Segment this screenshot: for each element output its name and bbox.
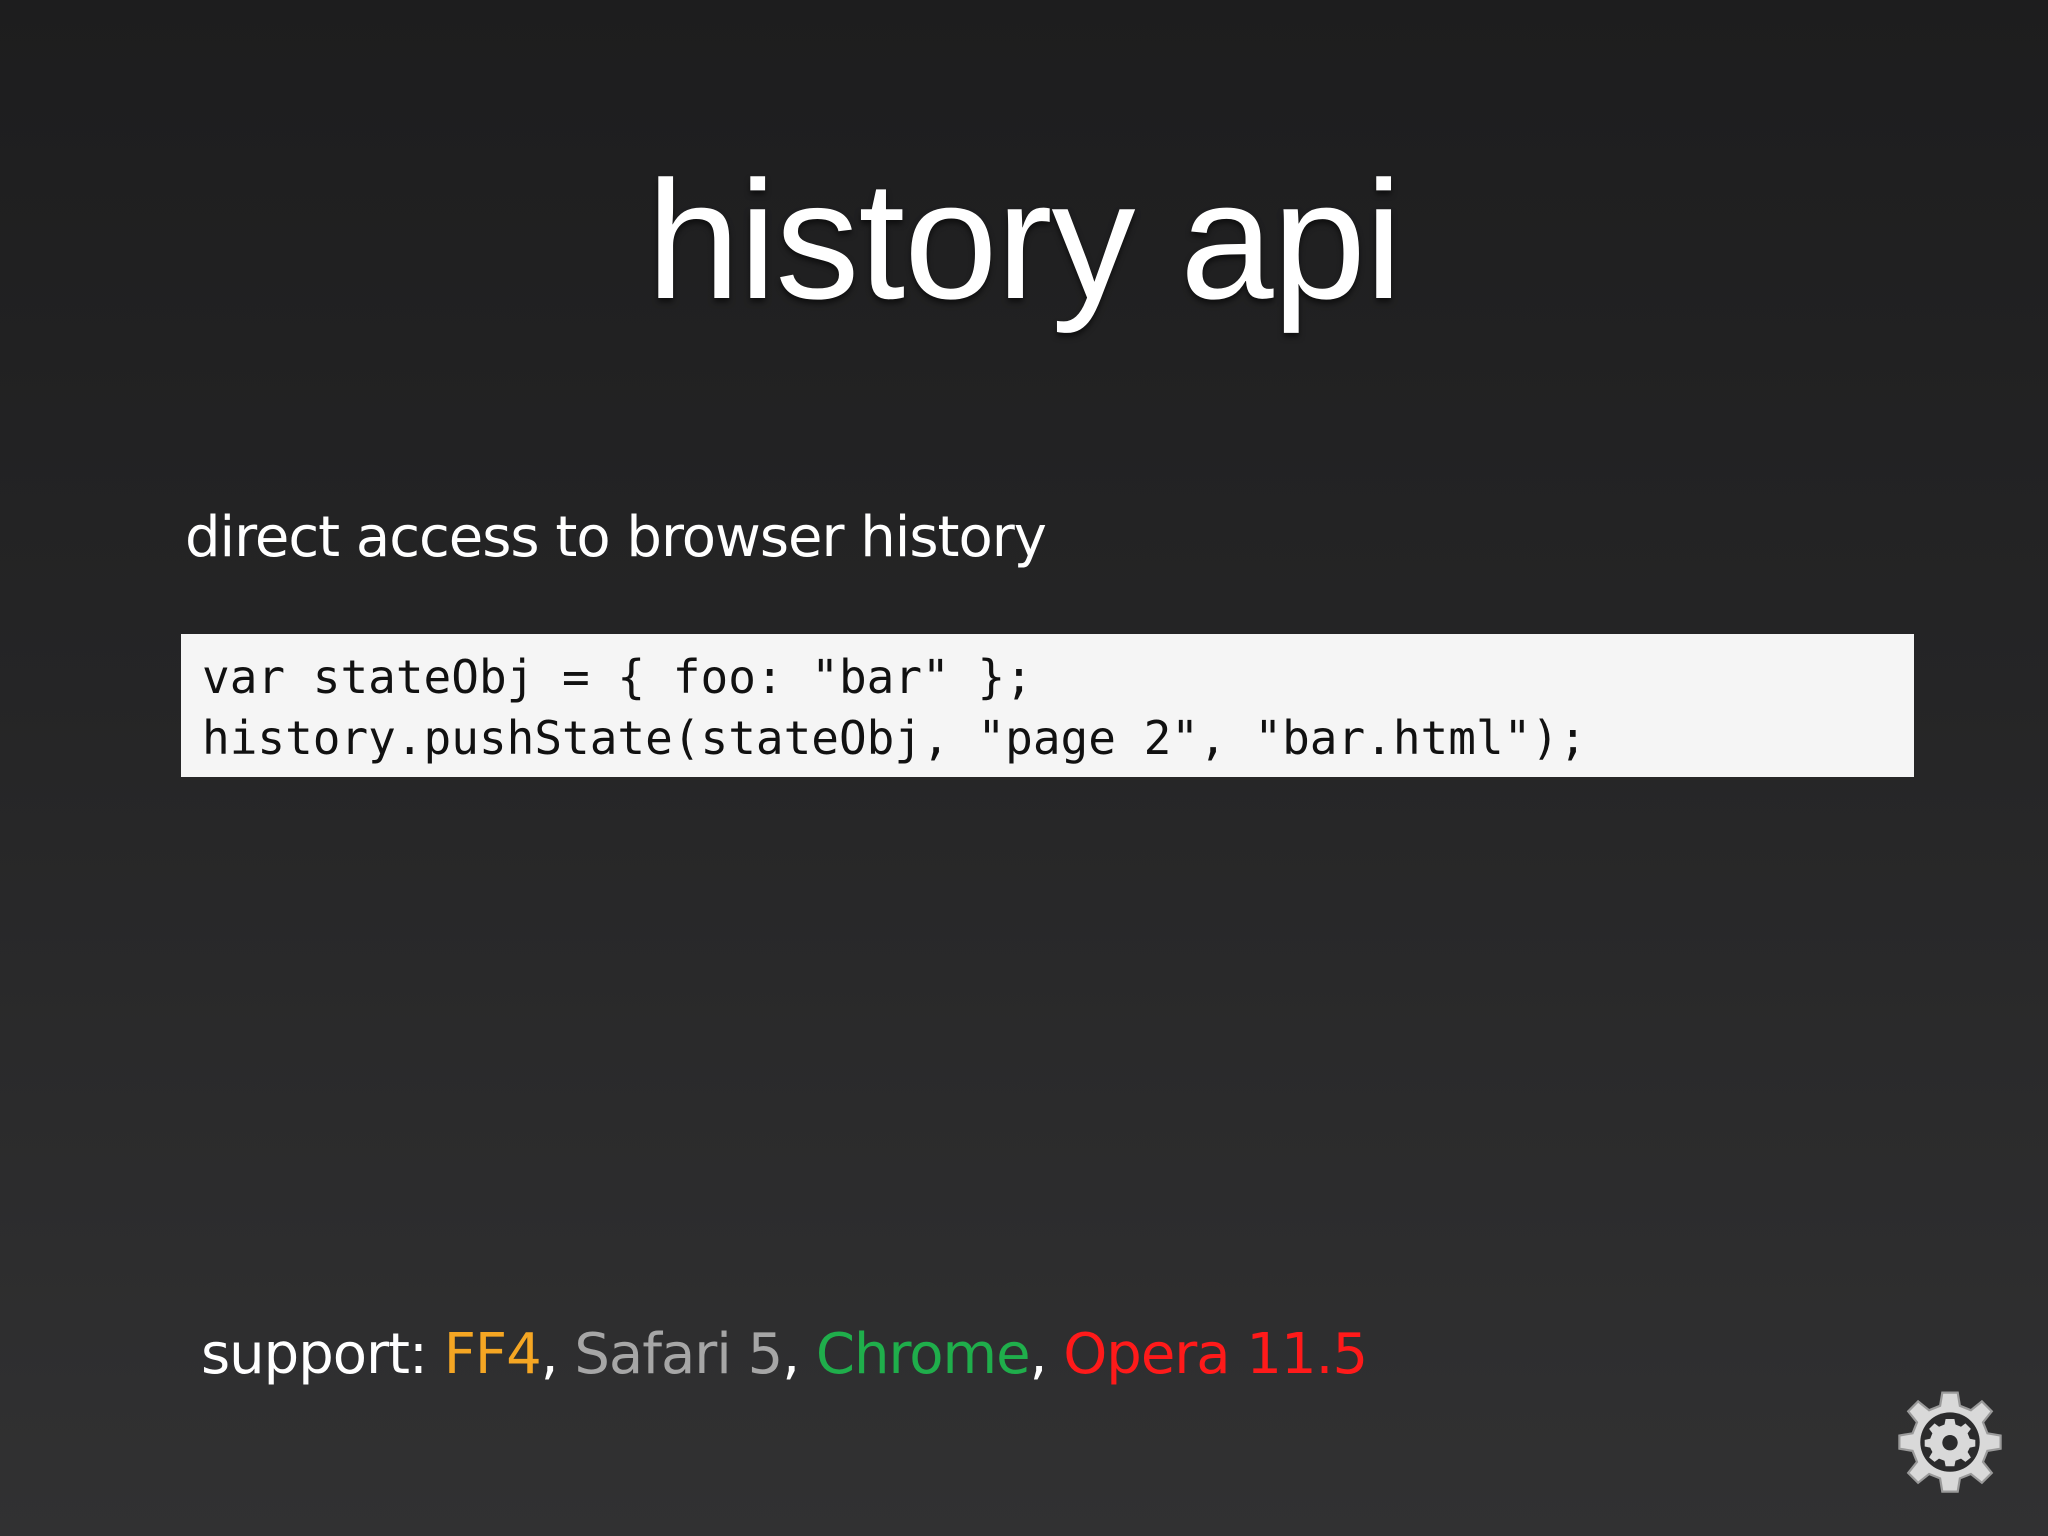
support-line: support: FF4, Safari 5, Chrome, Opera 11… — [201, 1320, 1368, 1390]
gear-icon[interactable] — [1895, 1386, 2005, 1496]
browser-ff4: FF4 — [443, 1322, 542, 1387]
slide-title: history api — [646, 146, 1403, 334]
code-line: var stateObj = { foo: "bar" }; — [202, 650, 1033, 704]
browser-opera: Opera 11.5 — [1063, 1322, 1368, 1387]
slide-subtitle: direct access to browser history — [185, 505, 1047, 570]
browser-safari: Safari 5 — [574, 1322, 783, 1387]
browser-chrome: Chrome — [815, 1322, 1031, 1387]
code-line: history.pushState(stateObj, "page 2", "b… — [202, 711, 1587, 765]
separator: , — [1029, 1322, 1048, 1387]
separator: , — [540, 1322, 559, 1387]
separator: , — [782, 1322, 800, 1387]
code-block: var stateObj = { foo: "bar" }; history.p… — [181, 634, 1914, 777]
support-label: support: — [201, 1322, 428, 1387]
